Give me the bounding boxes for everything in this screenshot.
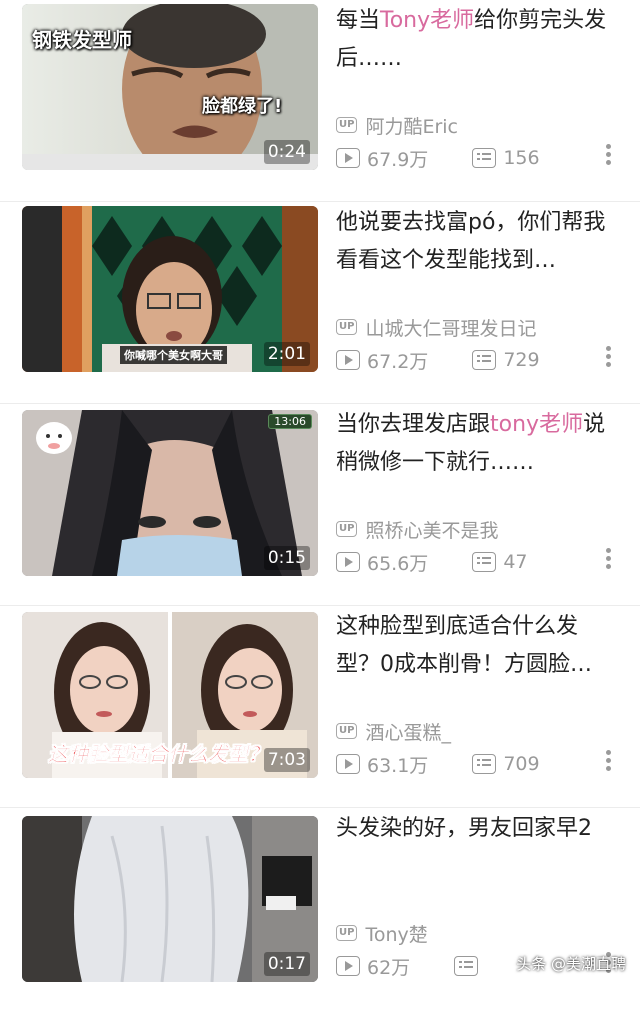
thumbnail-overlay-text: 这种脸型适合什么发型？: [48, 742, 269, 767]
video-title[interactable]: 头发染的好，男友回家早2: [336, 810, 620, 848]
author-row[interactable]: UP 山城大仁哥理发日记: [336, 314, 536, 340]
view-count: 67.2万: [367, 350, 429, 373]
thumbnail-caption: 你喊哪个美女啊大哥: [120, 346, 227, 364]
play-icon: [336, 148, 360, 168]
play-icon: [336, 350, 360, 370]
watermark: 头条 @美潮直聘: [516, 955, 626, 973]
author-name[interactable]: 阿力酷Eric: [365, 112, 458, 139]
play-icon: [336, 552, 360, 572]
author-name[interactable]: 山城大仁哥理发日记: [365, 314, 536, 341]
up-badge: UP: [336, 521, 358, 537]
title-text: 这种脸型到底适合什么发型？0成本削骨！方圆脸…: [336, 614, 592, 677]
comment-icon: [472, 148, 497, 168]
author-name[interactable]: 酒心蛋糕_: [365, 718, 451, 745]
title-highlight: Tony老师: [380, 8, 475, 33]
video-thumbnail[interactable]: 13:06 0:15: [22, 410, 318, 576]
more-vertical-icon[interactable]: [603, 346, 613, 376]
video-item[interactable]: 这种脸型适合什么发型？ 7:03 这种脸型到底适合什么发型？0成本削骨！方圆脸……: [0, 606, 640, 808]
stats-row: 63.1万 709: [336, 749, 540, 779]
comment-icon: [472, 350, 497, 370]
view-count: 63.1万: [367, 754, 429, 777]
author-row[interactable]: UP 照桥心美不是我: [336, 516, 498, 542]
video-duration: 7:03: [263, 748, 310, 772]
video-thumbnail[interactable]: 这种脸型适合什么发型？ 7:03: [22, 612, 318, 778]
view-count: 62万: [367, 956, 411, 979]
video-thumbnail[interactable]: 钢铁发型师 脸都绿了! 0:24: [22, 4, 318, 170]
up-badge: UP: [336, 723, 358, 739]
comment-count: 47: [503, 551, 528, 573]
more-vertical-icon[interactable]: [603, 750, 613, 780]
video-duration: 0:17: [263, 952, 310, 976]
author-name[interactable]: 照桥心美不是我: [365, 516, 498, 543]
author-row[interactable]: UP 阿力酷Eric: [336, 112, 458, 138]
video-item[interactable]: 钢铁发型师 脸都绿了! 0:24 每当Tony老师给你剪完头发后…… UP 阿力…: [0, 0, 640, 202]
thumbnail-overlay-text: 脸都绿了!: [202, 96, 283, 117]
video-thumbnail[interactable]: 你喊哪个美女啊大哥 2:01: [22, 206, 318, 372]
title-text: 每当: [336, 8, 381, 33]
comment-count: 729: [503, 349, 540, 371]
video-item[interactable]: 0:17 头发染的好，男友回家早2 UP Tony楚 62万: [0, 808, 640, 1010]
video-feed: 钢铁发型师 脸都绿了! 0:24 每当Tony老师给你剪完头发后…… UP 阿力…: [0, 0, 640, 988]
video-item[interactable]: 13:06 0:15 当你去理发店跟tony老师说稍微修一下就行…… UP 照桥…: [0, 404, 640, 606]
stats-row: 62万: [336, 951, 485, 981]
title-text: 头发染的好，男友回家早2: [336, 816, 592, 841]
video-title[interactable]: 这种脸型到底适合什么发型？0成本削骨！方圆脸…: [336, 608, 620, 684]
video-item[interactable]: 你喊哪个美女啊大哥 2:01 他说要去找富pó，你们帮我看看这个发型能找到… U…: [0, 202, 640, 404]
play-icon: [336, 754, 360, 774]
video-title[interactable]: 他说要去找富pó，你们帮我看看这个发型能找到…: [336, 204, 620, 280]
up-badge: UP: [336, 319, 358, 335]
author-name[interactable]: Tony楚: [365, 920, 427, 947]
stats-row: 65.6万 47: [336, 547, 528, 577]
video-duration: 2:01: [263, 342, 310, 366]
up-badge: UP: [336, 925, 358, 941]
up-badge: UP: [336, 117, 358, 133]
title-highlight: tony老师: [490, 412, 584, 437]
stats-row: 67.2万 729: [336, 345, 540, 375]
comment-icon: [454, 956, 479, 976]
video-duration: 0:24: [263, 140, 310, 164]
more-vertical-icon[interactable]: [603, 144, 613, 174]
comment-count: 709: [503, 753, 540, 775]
comment-count: 156: [503, 147, 540, 169]
title-text: 当你去理发店跟: [336, 412, 491, 437]
stats-row: 67.9万 156: [336, 143, 540, 173]
video-duration: 0:15: [263, 546, 310, 570]
title-text: 他说要去找富pó，你们帮我看看这个发型能找到…: [336, 210, 606, 273]
video-thumbnail[interactable]: 0:17: [22, 816, 318, 982]
comment-icon: [472, 754, 497, 774]
author-row[interactable]: UP 酒心蛋糕_: [336, 718, 451, 744]
view-count: 65.6万: [367, 552, 429, 575]
thumbnail-clock-badge: 13:06: [268, 414, 312, 429]
play-icon: [336, 956, 360, 976]
more-vertical-icon[interactable]: [603, 548, 613, 578]
view-count: 67.9万: [367, 148, 429, 171]
comment-icon: [472, 552, 497, 572]
video-title[interactable]: 当你去理发店跟tony老师说稍微修一下就行……: [336, 406, 620, 482]
author-row[interactable]: UP Tony楚: [336, 920, 428, 946]
thumbnail-overlay-text: 钢铁发型师: [32, 28, 132, 52]
video-title[interactable]: 每当Tony老师给你剪完头发后……: [336, 2, 620, 78]
